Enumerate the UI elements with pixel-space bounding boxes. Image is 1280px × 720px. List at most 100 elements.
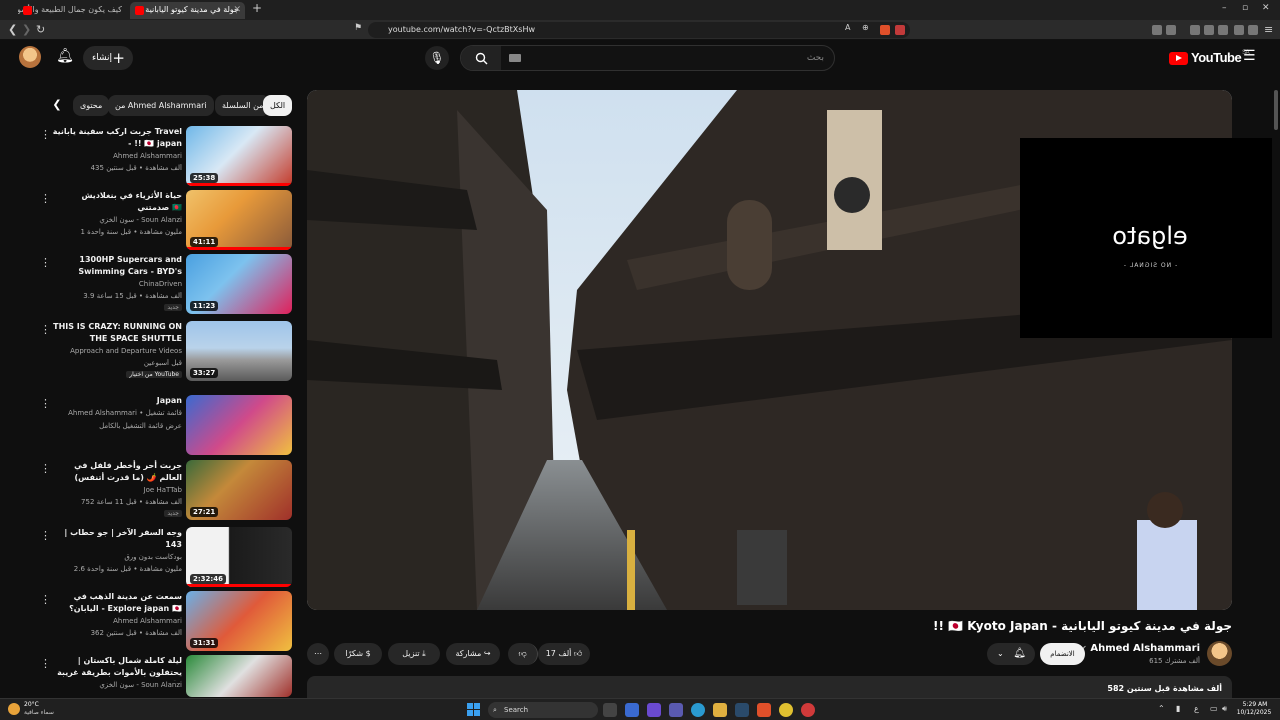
extension-icon[interactable] [1204,25,1214,35]
minimize-button[interactable]: – [1222,3,1227,13]
back-icon[interactable]: ❮ [8,23,17,36]
language-indicator[interactable]: ع [1194,704,1199,713]
brave-shield-icon[interactable] [880,25,890,35]
address-input[interactable]: youtube.com/watch?v=-QctzBtXsHw [368,22,910,38]
subscription-bell-button[interactable]: ⌄ 🔔︎ [987,643,1035,665]
chip-content[interactable]: محتوى [73,95,110,116]
extension-icon[interactable] [1234,25,1244,35]
dislike-button[interactable]: 👎︎ [508,643,538,665]
notifications-bell-icon[interactable]: 🔔︎ [56,48,74,66]
more-options-icon[interactable]: ⋮ [40,397,51,410]
recommendation-item[interactable]: 33:27 THIS IS CRAZY: RUNNING ON THE SPAC… [30,321,292,383]
channel-name[interactable]: سون الخزي - Soun Alanzi [50,681,182,689]
channel-name[interactable]: Ahmed Alshammari • قائمة تشغيل [50,409,182,417]
create-button[interactable]: إنشاء + [83,46,133,70]
extension-icon[interactable] [1190,25,1200,35]
zoom-icon[interactable]: ⊕ [862,23,869,32]
extension-icon[interactable] [1152,25,1162,35]
channel-avatar[interactable] [1207,641,1232,666]
recommendation-item[interactable]: 11:23 1300HP Supercars and Swimming Cars… [30,254,292,316]
video-title[interactable]: سمعت عن مدينة الذهب في اليابان؟ - Explor… [50,591,182,615]
clock-date[interactable]: 10/12/2025 [1236,709,1272,716]
recommendation-item[interactable]: 27:21 جربت أحر وأخطر فلفل في العالم 🌶️ (… [30,460,292,522]
video-title[interactable]: وجه السفر الآخر | جو حطاب | 143 [50,527,182,551]
close-tab-icon[interactable]: ✕ [233,2,241,18]
channel-name[interactable]: ✔ Ahmed Alshammari [1080,643,1200,654]
maximize-button[interactable]: ▫ [1242,3,1248,13]
more-options-icon[interactable]: ⋮ [40,256,51,269]
video-thumbnail[interactable]: 2:32:46 [186,527,292,587]
browser-tab-1[interactable]: كيف يكون جمال الطبيعة والأسواق الشع... [18,2,128,19]
new-tab-button[interactable]: + [252,1,262,15]
video-title[interactable]: حياة الأثرياء في بنغلاديش صدمتني 🇧🇩 [50,190,183,214]
channel-name[interactable]: Ahmed Alshammari [50,617,182,625]
search-input[interactable] [524,46,824,70]
network-icon[interactable]: ▭ [1210,704,1218,713]
video-thumbnail[interactable]: 31:31 [186,591,292,651]
file-explorer-icon[interactable] [713,703,727,717]
extension-icon[interactable] [1248,25,1258,35]
edge-icon[interactable] [691,703,705,717]
avatar[interactable] [19,46,41,68]
more-options-icon[interactable]: ⋮ [40,192,51,205]
tray-icon[interactable]: ▮ [1176,704,1180,713]
channel-name[interactable]: Approach and Departure Videos [50,347,182,355]
thanks-button[interactable]: شكرًا $ [334,643,382,665]
teams-icon[interactable] [669,703,683,717]
video-thumbnail[interactable] [186,655,292,697]
chevron-left-icon[interactable]: ❮ [48,96,66,114]
browser-tab-2[interactable]: جولة في مدينة كيوتو اليابانية ✕ [130,2,245,19]
channel-name[interactable]: بودكاست بدون ورق [50,553,182,561]
bookmark-icon[interactable]: ⚑ [354,23,362,33]
forward-icon[interactable]: ❯ [22,23,31,36]
recommendation-item[interactable]: 41:11 حياة الأثرياء في بنغلاديش صدمتني 🇧… [30,190,292,252]
video-title[interactable]: جربت اركب سفينة يابانية Travel - !! 🇯🇵 j… [50,126,182,150]
video-title[interactable]: ليلة كاملة شمال باكستان | يحتفلون بالأمو… [50,655,182,681]
video-thumbnail[interactable]: 33:27 [186,321,292,381]
playlist-thumbnail[interactable] [186,395,292,455]
translate-icon[interactable]: A [845,23,850,32]
search-button[interactable] [461,46,501,70]
recommendation-item[interactable]: 25:38 جربت اركب سفينة يابانية Travel - !… [30,126,292,188]
chip-from-channel[interactable]: من Ahmed Alshammari [108,95,214,116]
recommendation-item[interactable]: 2:32:46 وجه السفر الآخر | جو حطاب | 143 … [30,527,292,589]
chevron-up-icon[interactable]: ⌃ [1158,704,1165,713]
channel-name[interactable]: Ahmed Alshammari [50,152,182,160]
more-options-icon[interactable]: ⋮ [40,323,51,336]
reload-icon[interactable]: ↻ [36,23,45,36]
playlist-title[interactable]: Japan [50,395,182,407]
app-icon[interactable] [625,703,639,717]
video-title[interactable]: 1300HP Supercars and Swimming Cars - BYD… [50,254,182,280]
video-thumbnail[interactable]: 41:11 [186,190,292,250]
app-icon[interactable] [801,703,815,717]
video-title[interactable]: THIS IS CRAZY: RUNNING ON THE SPACE SHUT… [50,321,182,347]
close-window-button[interactable]: ✕ [1262,3,1270,13]
channel-name[interactable]: سون الخزي - Soun Alanzi [50,216,182,224]
app-icon[interactable] [647,703,661,717]
channel-name[interactable]: ChinaDriven [50,280,182,288]
download-button[interactable]: تنزيل ⤓ [388,643,440,665]
scrollbar-thumb[interactable] [1274,90,1278,130]
recommendation-item[interactable]: 31:31 سمعت عن مدينة الذهب في اليابان؟ - … [30,591,292,653]
video-thumbnail[interactable]: 11:23 [186,254,292,314]
extension-icon[interactable] [1166,25,1176,35]
taskbar-search[interactable]: ⌕ Search [488,702,598,718]
join-button[interactable]: الانضمام [1040,643,1085,665]
scrollbar[interactable] [1272,78,1280,700]
more-options-icon[interactable]: ⋮ [40,128,51,141]
browser-menu-icon[interactable]: ≡ [1264,23,1273,36]
share-button[interactable]: مشاركة ↪ [446,643,500,665]
more-options-icon[interactable]: ⋮ [40,529,51,542]
like-button[interactable]: 17 ألف 👍︎ [538,643,590,665]
youtube-logo[interactable]: YouTube SA [1169,50,1250,66]
task-view-icon[interactable] [603,703,617,717]
video-thumbnail[interactable]: 25:38 [186,126,292,186]
keyboard-icon[interactable] [509,54,521,62]
more-options-icon[interactable]: ⋮ [40,462,51,475]
clock-time[interactable]: 5:29 AM [1240,701,1270,708]
video-title[interactable]: جربت أحر وأخطر فلفل في العالم 🌶️ (ما قدر… [50,460,182,484]
more-options-icon[interactable]: ⋮ [40,657,51,670]
chip-all[interactable]: الكل [263,95,293,116]
steam-icon[interactable] [735,703,749,717]
windows-start-icon[interactable] [467,703,480,716]
